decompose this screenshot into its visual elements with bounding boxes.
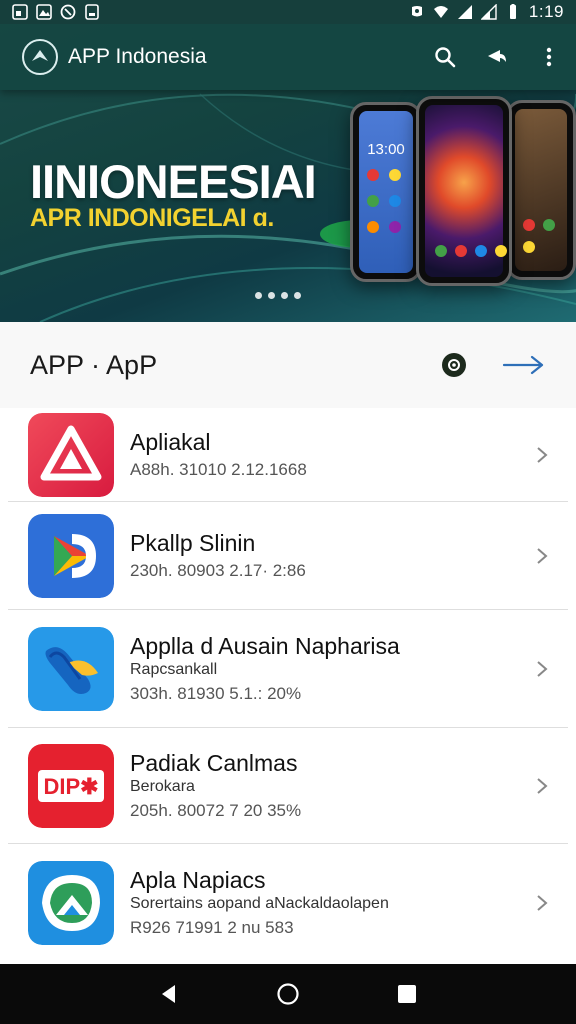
recents-icon[interactable]: [392, 979, 422, 1009]
status-left-icons: [12, 4, 100, 20]
app-name: Padiak Canlmas: [130, 749, 298, 776]
green-map-app-icon: [28, 861, 114, 945]
carousel-dot[interactable]: [268, 292, 275, 299]
chevron-right-icon: [532, 893, 552, 913]
section-title: APP · ApP: [30, 349, 158, 380]
blue-bird-app-icon: [28, 626, 114, 711]
status-bar: 1:19: [0, 0, 576, 24]
item-text: Padiak Canlmas Berokara 205h. 80072 7 20…: [130, 749, 532, 823]
app-meta: 205h. 80072 7 20 35%: [130, 800, 302, 820]
share-icon[interactable]: [484, 44, 510, 70]
notification-icon: [12, 4, 28, 20]
carousel-dot[interactable]: [281, 292, 288, 299]
photo-icon: [36, 4, 52, 20]
red-dip-app-icon: DIP✱: [28, 743, 114, 828]
app-meta: 230h. 80903 2.17· 2:86: [130, 560, 306, 580]
app-bar: APP Indonesia: [0, 24, 576, 90]
app-logo-icon[interactable]: [22, 39, 58, 75]
app-meta: A88h. 31010 2.12.1668: [130, 459, 307, 479]
signal-icon: [457, 4, 473, 20]
vibrate-icon: [409, 4, 425, 20]
signal-icon: [480, 4, 497, 20]
red-triangle-app-icon: [28, 412, 114, 497]
list-item[interactable]: Apla Napiacs Sorertains aopand aNackalda…: [8, 844, 568, 962]
wifi-icon: [433, 4, 449, 20]
app-title: APP Indonesia: [68, 45, 207, 68]
app-bar-actions: [432, 44, 562, 70]
carousel-indicator[interactable]: [255, 292, 301, 299]
back-icon[interactable]: [154, 979, 184, 1009]
item-text: Apla Napiacs Sorertains aopand aNackalda…: [130, 866, 532, 940]
hero-banner[interactable]: APP Indonesia IINIONEESIAI APR INDONIGEL…: [0, 24, 576, 322]
carousel-dot[interactable]: [294, 292, 301, 299]
battery-icon: [505, 4, 521, 20]
sync-icon: [60, 4, 76, 20]
app-description: Berokara: [130, 777, 195, 795]
sd-card-icon: [84, 4, 100, 20]
chevron-right-icon: [532, 659, 552, 679]
home-icon[interactable]: [273, 979, 303, 1009]
app-description: Rapcsankall: [130, 660, 218, 678]
banner-subheadline: APR INDONIGELAI ɑ.: [30, 204, 274, 232]
app-meta: 303h. 81930 5.1.: 20%: [130, 683, 302, 703]
phone-time: 13:00: [367, 141, 405, 158]
list-item[interactable]: Apliakal A88h. 31010 2.12.1668: [8, 408, 568, 502]
badge-icon[interactable]: [442, 353, 466, 377]
app-name: Apla Napiacs: [130, 867, 266, 893]
chevron-right-icon: [532, 546, 552, 566]
app-description: Sorertains aopand aNackaldaolapen: [130, 895, 389, 912]
chevron-right-icon: [532, 445, 552, 465]
section-header: APP · ApP: [0, 322, 576, 408]
item-text: Pkallp Slinin 230h. 80903 2.17· 2:86: [130, 529, 532, 583]
app-list: Apliakal A88h. 31010 2.12.1668 Pkallp Sl…: [0, 408, 576, 964]
phone-mockup-center: [416, 96, 512, 286]
more-vertical-icon[interactable]: [536, 44, 562, 70]
see-all-arrow-icon[interactable]: [502, 353, 546, 377]
list-item[interactable]: DIP✱ Padiak Canlmas Berokara 205h. 80072…: [8, 728, 568, 844]
search-icon[interactable]: [432, 44, 458, 70]
svg-text:DIP✱: DIP✱: [43, 774, 98, 799]
app-name: Applla d Ausain Napharisa: [130, 632, 400, 659]
phone-mockup-left: 13:00: [350, 102, 422, 282]
app-name: Apliakal: [130, 428, 211, 455]
status-right-icons: 1:19: [409, 2, 564, 22]
app-name: Pkallp Slinin: [130, 529, 256, 556]
item-text: Apliakal A88h. 31010 2.12.1668: [130, 428, 532, 482]
banner-headline: IINIONEESIAI: [30, 155, 317, 208]
phone-mockup-right: [506, 100, 576, 280]
list-item[interactable]: Pkallp Slinin 230h. 80903 2.17· 2:86: [8, 502, 568, 610]
list-item[interactable]: Applla d Ausain Napharisa Rapcsankall 30…: [8, 610, 568, 728]
item-text: Applla d Ausain Napharisa Rapcsankall 30…: [130, 632, 532, 706]
chevron-right-icon: [532, 776, 552, 796]
blue-play-app-icon: [28, 513, 114, 598]
carousel-dot[interactable]: [255, 292, 262, 299]
app-meta: R926 71991 2 nu 583: [130, 918, 294, 937]
clock: 1:19: [528, 2, 564, 21]
system-nav-bar: [0, 964, 576, 1024]
